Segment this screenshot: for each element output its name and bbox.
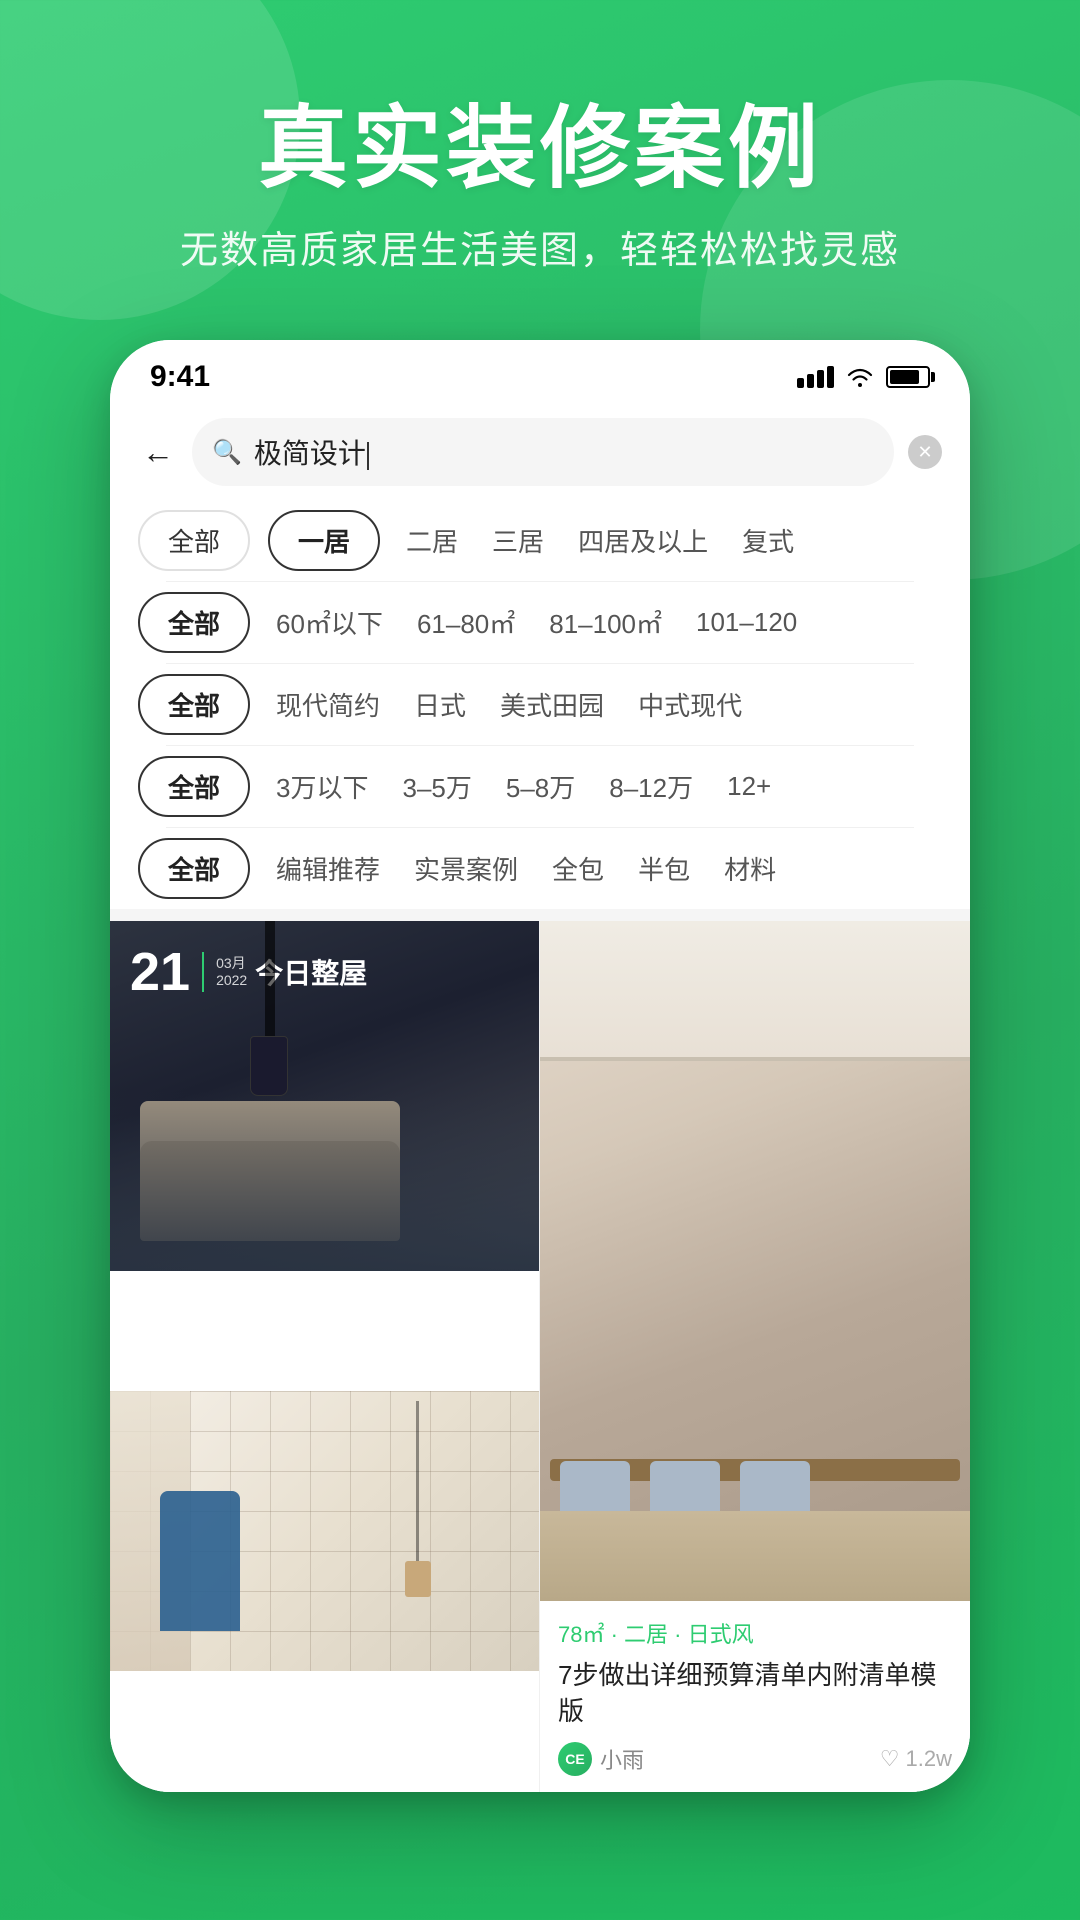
filter-tag-81-100[interactable]: 81–100㎡ xyxy=(541,594,670,651)
hero-section: 真实装修案例 无数高质家居生活美图，轻轻松松找灵感 xyxy=(0,0,1080,274)
search-magnifier-icon: 🔍 xyxy=(212,438,242,467)
search-input-wrap[interactable]: 🔍 极简设计 xyxy=(192,418,894,486)
dark-room-image: 21 03月 2022 今日整屋 xyxy=(110,921,539,1271)
phone-mockup: 9:41 xyxy=(110,340,970,1792)
filter-row-area: 全部 60㎡以下 61–80㎡ 81–100㎡ 101–120 xyxy=(138,582,942,663)
filter-tag-american[interactable]: 美式田园 xyxy=(492,676,612,733)
filter-tag-material[interactable]: 材料 xyxy=(716,840,784,897)
filter-tag-japanese[interactable]: 日式 xyxy=(406,676,474,733)
hanging-ornament xyxy=(405,1561,431,1597)
filter-tag-12w[interactable]: 12+ xyxy=(719,761,779,812)
date-divider-line xyxy=(202,952,204,992)
date-month: 03月 xyxy=(216,955,247,972)
card-kitchen-info: 78㎡ · 二居 · 日式风 7步做出详细预算清单内附清单模版 CE 小雨 ♡ … xyxy=(540,1601,970,1792)
date-year: 2022 xyxy=(216,972,247,989)
filter-tag-real[interactable]: 实景案例 xyxy=(406,840,526,897)
upper-cabinets xyxy=(540,921,970,1061)
search-input-text[interactable]: 极简设计 xyxy=(254,432,874,472)
kitchen-tall-image xyxy=(540,921,970,1601)
sofa-back xyxy=(140,1101,400,1161)
filter-tag-fushi[interactable]: 复式 xyxy=(734,512,802,569)
signal-icon xyxy=(797,366,834,388)
filter-tag-erju[interactable]: 二居 xyxy=(398,512,466,569)
filter-tag-modern[interactable]: 现代简约 xyxy=(268,676,388,733)
filter-tag-8-12w[interactable]: 8–12万 xyxy=(601,758,701,815)
filter-section: 全部 一居 二居 三居 四居及以上 复式 全部 60㎡以下 61–80㎡ 81–… xyxy=(110,500,970,909)
filter-chip-all-5[interactable]: 全部 xyxy=(138,838,250,899)
status-bar: 9:41 xyxy=(110,340,970,404)
filter-tag-quanbao[interactable]: 全包 xyxy=(544,840,612,897)
card-grid-room[interactable] xyxy=(110,1391,540,1791)
back-button[interactable]: ← xyxy=(138,430,178,475)
card-likes: ♡ 1.2w xyxy=(880,1746,952,1772)
figure-art xyxy=(160,1491,240,1631)
filter-tag-sanju[interactable]: 三居 xyxy=(484,512,552,569)
filter-tag-3-5w[interactable]: 3–5万 xyxy=(394,758,479,815)
likes-count: 1.2w xyxy=(906,1746,952,1772)
filter-tag-editor[interactable]: 编辑推荐 xyxy=(268,840,388,897)
hanging-wire xyxy=(416,1401,419,1561)
pendant-body xyxy=(250,1036,288,1096)
card-today-image: 21 03月 2022 今日整屋 xyxy=(110,921,539,1271)
search-bar-row: ← 🔍 极简设计 ✕ xyxy=(110,404,970,500)
sofa-seat xyxy=(140,1141,400,1241)
status-time: 9:41 xyxy=(150,360,210,394)
card-grid-image xyxy=(110,1391,539,1671)
filter-chip-all-1[interactable]: 全部 xyxy=(138,510,250,571)
filter-chip-yiju[interactable]: 一居 xyxy=(268,510,380,571)
filter-chip-all-4[interactable]: 全部 xyxy=(138,756,250,817)
filter-tag-3w[interactable]: 3万以下 xyxy=(268,758,376,815)
grid-room-image xyxy=(110,1391,539,1671)
hero-title: 真实装修案例 xyxy=(0,100,1080,199)
card-kitchen-image xyxy=(540,921,970,1601)
filter-tag-101-120[interactable]: 101–120 xyxy=(688,597,805,648)
card-today[interactable]: 21 03月 2022 今日整屋 xyxy=(110,921,540,1391)
filter-row-budget: 全部 3万以下 3–5万 5–8万 8–12万 12+ xyxy=(138,746,942,827)
date-info: 03月 2022 xyxy=(216,955,247,989)
filter-row-room-type: 全部 一居 二居 三居 四居及以上 复式 xyxy=(138,500,942,581)
card-author: CE 小雨 xyxy=(558,1742,644,1776)
filter-tag-chinese[interactable]: 中式现代 xyxy=(630,676,750,733)
filter-tag-61-80[interactable]: 61–80㎡ xyxy=(409,594,523,651)
card-footer: CE 小雨 ♡ 1.2w xyxy=(558,1742,952,1776)
filter-tag-siju[interactable]: 四居及以上 xyxy=(570,512,716,569)
card-title: 7步做出详细预算清单内附清单模版 xyxy=(558,1657,952,1730)
card-kitchen[interactable]: 78㎡ · 二居 · 日式风 7步做出详细预算清单内附清单模版 CE 小雨 ♡ … xyxy=(540,921,970,1792)
wifi-icon xyxy=(846,366,874,388)
filter-tag-banbao[interactable]: 半包 xyxy=(630,840,698,897)
filter-tag-5-8w[interactable]: 5–8万 xyxy=(498,758,583,815)
filter-chip-all-3[interactable]: 全部 xyxy=(138,674,250,735)
filter-row-style: 全部 现代简约 日式 美式田园 中式现代 xyxy=(138,664,942,745)
kitchen-floor xyxy=(540,1511,970,1601)
date-badge: 21 03月 2022 今日整屋 xyxy=(130,941,367,1003)
content-grid: 21 03月 2022 今日整屋 xyxy=(110,921,970,1792)
author-initials: CE xyxy=(565,1751,584,1767)
hero-subtitle: 无数高质家居生活美图，轻轻松松找灵感 xyxy=(0,219,1080,274)
filter-tag-60[interactable]: 60㎡以下 xyxy=(268,594,391,651)
pendant-lamp xyxy=(265,921,275,1041)
phone-mockup-container: 9:41 xyxy=(110,340,970,1792)
date-number: 21 xyxy=(130,941,190,1003)
author-avatar: CE xyxy=(558,1742,592,1776)
heart-icon: ♡ xyxy=(880,1746,900,1772)
card-meta: 78㎡ · 二居 · 日式风 xyxy=(558,1617,952,1649)
battery-icon xyxy=(886,366,930,388)
filter-chip-all-2[interactable]: 全部 xyxy=(138,592,250,653)
filter-separator xyxy=(110,909,970,921)
status-icons xyxy=(797,366,930,388)
filter-row-category: 全部 编辑推荐 实景案例 全包 半包 材料 xyxy=(138,828,942,909)
author-name: 小雨 xyxy=(600,1743,644,1775)
search-clear-button[interactable]: ✕ xyxy=(908,435,942,469)
